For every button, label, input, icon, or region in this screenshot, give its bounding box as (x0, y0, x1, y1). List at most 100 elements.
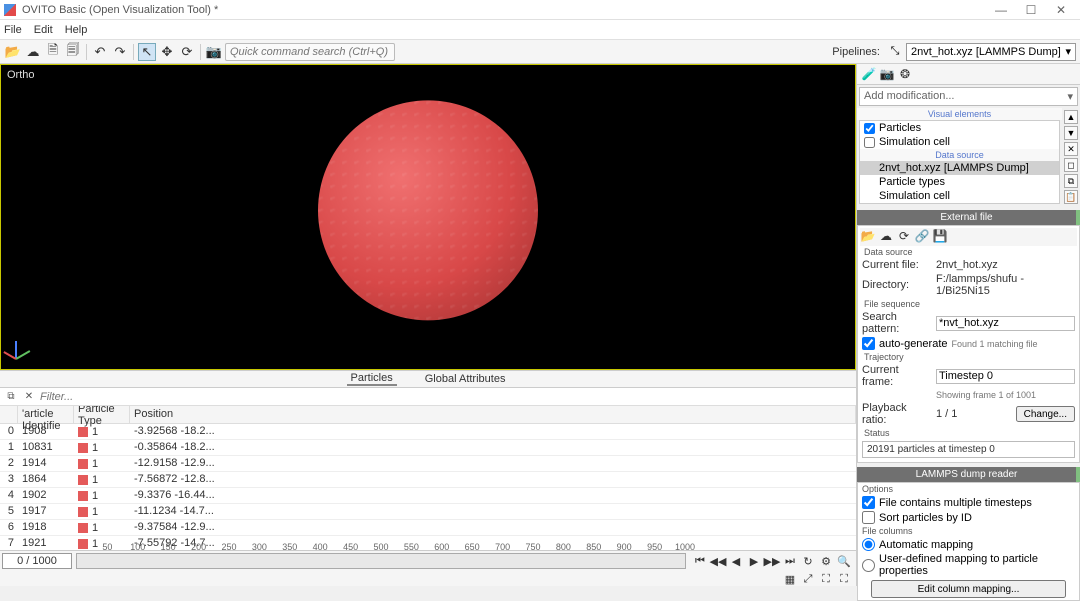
copy-icon[interactable]: 📋 (1064, 190, 1078, 204)
table-row[interactable]: 7 1921 1 -7.55792 -14.7... (0, 536, 856, 550)
zoom-time-icon[interactable]: 🔍 (836, 553, 852, 569)
found-files-text: Found 1 matching file (952, 339, 1076, 349)
menu-file[interactable]: File (4, 24, 22, 36)
settings-icon[interactable]: ⚙ (818, 553, 834, 569)
table-row[interactable]: 0 1908 1 -3.92568 -18.2... (0, 424, 856, 440)
toggle-icon[interactable]: ◻ (1064, 158, 1078, 172)
particle-table: 'article Identifie Particle Type Positio… (0, 406, 856, 550)
play-fwd-icon[interactable]: ▶ (746, 553, 762, 569)
timeline-tick: 600 (434, 542, 449, 552)
link-files-icon[interactable]: 🔗 (914, 228, 930, 244)
cell-id: 1908 (18, 424, 74, 439)
timeline-tick: 150 (161, 542, 176, 552)
checkbox[interactable] (864, 123, 875, 134)
timeline-tick: 850 (586, 542, 601, 552)
playback-ratio-label: Playback ratio: (862, 402, 932, 426)
viewport[interactable]: Ortho (0, 64, 856, 370)
auto-generate-checkbox[interactable] (862, 337, 875, 350)
timeline-tick: 500 (373, 542, 388, 552)
cell-position: -7.55792 -14.7... (130, 536, 856, 550)
automap-radio[interactable] (862, 538, 875, 551)
goto-first-icon[interactable]: ⏮ (692, 553, 708, 569)
col-position[interactable]: Position (130, 406, 856, 423)
menu-edit[interactable]: Edit (34, 24, 53, 36)
col-particle-id[interactable]: 'article Identifie (18, 406, 74, 423)
sortbyid-label: Sort particles by ID (879, 512, 972, 524)
render-icon[interactable]: 📷 (205, 43, 223, 61)
usermap-radio[interactable] (862, 559, 875, 572)
delete-mod-icon[interactable]: ✕ (1064, 142, 1078, 156)
modlist-particle-types[interactable]: Particle types (860, 175, 1059, 189)
timeline-tick: 350 (282, 542, 297, 552)
table-row[interactable]: 3 1864 1 -7.56872 -12.8... (0, 472, 856, 488)
refresh-icon[interactable]: ⟳ (178, 43, 196, 61)
multitimesteps-checkbox[interactable] (862, 496, 875, 509)
fullscreen-icon[interactable]: ⛶ (836, 571, 852, 587)
close-button[interactable]: ✕ (1046, 1, 1076, 19)
download-remote-icon[interactable]: ☁ (24, 43, 42, 61)
redo-icon[interactable]: ↷ (111, 43, 129, 61)
modlist-source-file[interactable]: 2nvt_hot.xyz [LAMMPS Dump] (860, 161, 1059, 175)
copy-icon[interactable]: ⧉ (4, 390, 18, 404)
table-row[interactable]: 5 1917 1 -11.1234 -14.7... (0, 504, 856, 520)
timeline-track[interactable]: 5010015020025030035040045050055060065070… (76, 553, 686, 569)
frame-counter[interactable]: 0 / 1000 (2, 553, 72, 569)
cell-position: -0.35864 -18.2... (130, 440, 856, 455)
modlist-cell[interactable]: Simulation cell (860, 135, 1059, 149)
pointer-tool-icon[interactable]: ↖ (138, 43, 156, 61)
table-row[interactable]: 6 1918 1 -9.37584 -12.9... (0, 520, 856, 536)
quick-command-input[interactable] (225, 43, 395, 61)
resize-icon[interactable]: ⤢ (800, 571, 816, 587)
play-back-icon[interactable]: ◀ (728, 553, 744, 569)
viewport-layout-icon[interactable]: ▦ (782, 571, 798, 587)
pipeline-tab-icon[interactable]: 🧪 (861, 66, 877, 82)
save-file-icon[interactable]: 💾 (932, 228, 948, 244)
clone-icon[interactable]: ⧉ (1064, 174, 1078, 188)
move-down-icon[interactable]: ▼ (1064, 126, 1078, 140)
tab-particles[interactable]: Particles (347, 372, 397, 386)
search-pattern-input[interactable]: *nvt_hot.xyz (936, 316, 1075, 331)
file-sequence-sublabel: File sequence (860, 298, 1077, 310)
current-frame-select[interactable]: Timestep 0 (936, 369, 1075, 384)
save-as-icon[interactable]: 🗐 (64, 43, 82, 61)
col-index[interactable] (0, 406, 18, 423)
minimize-button[interactable]: — (986, 1, 1016, 19)
checkbox[interactable] (864, 137, 875, 148)
pipeline-select[interactable]: 2nvt_hot.xyz [LAMMPS Dump] ▾ (906, 43, 1076, 61)
fit-icon[interactable]: ⛶ (818, 571, 834, 587)
col-particle-type[interactable]: Particle Type (74, 406, 130, 423)
table-row[interactable]: 4 1902 1 -9.3376 -16.44... (0, 488, 856, 504)
remote-file-icon[interactable]: ☁ (878, 228, 894, 244)
render-tab-icon[interactable]: 📷 (879, 66, 895, 82)
step-back-icon[interactable]: ◀◀ (710, 553, 726, 569)
undo-icon[interactable]: ↶ (91, 43, 109, 61)
tab-global-attrs[interactable]: Global Attributes (421, 373, 510, 385)
move-up-icon[interactable]: ▲ (1064, 110, 1078, 124)
menu-help[interactable]: Help (65, 24, 88, 36)
open-file-icon[interactable]: 📂 (4, 43, 22, 61)
particle-render (318, 100, 538, 320)
timeline: 0 / 1000 5010015020025030035040045050055… (0, 550, 856, 586)
clear-filter-icon[interactable]: ✕ (22, 390, 36, 404)
sortbyid-checkbox[interactable] (862, 511, 875, 524)
move-tool-icon[interactable]: ✥ (158, 43, 176, 61)
save-icon[interactable]: 🗎 (44, 43, 62, 61)
step-fwd-icon[interactable]: ▶▶ (764, 553, 780, 569)
open-file-icon[interactable]: 📂 (860, 228, 876, 244)
goto-last-icon[interactable]: ⏭ (782, 553, 798, 569)
type-color-icon (78, 475, 88, 485)
loop-icon[interactable]: ↻ (800, 553, 816, 569)
modlist-cell2[interactable]: Simulation cell (860, 189, 1059, 203)
edit-column-mapping-button[interactable]: Edit column mapping... (871, 580, 1066, 598)
current-file-label: Current file: (862, 259, 932, 271)
reload-file-icon[interactable]: ⟳ (896, 228, 912, 244)
maximize-button[interactable]: ☐ (1016, 1, 1046, 19)
filter-input[interactable] (40, 391, 240, 403)
table-row[interactable]: 1 10831 1 -0.35864 -18.2... (0, 440, 856, 456)
table-row[interactable]: 2 1914 1 -12.9158 -12.9... (0, 456, 856, 472)
overlay-tab-icon[interactable]: ❂ (897, 66, 913, 82)
change-button[interactable]: Change... (1016, 406, 1075, 422)
pipeline-prev-icon[interactable]: ⤡ (886, 43, 904, 61)
modlist-particles[interactable]: Particles (860, 121, 1059, 135)
add-modification-dropdown[interactable]: Add modification... ▾ (859, 87, 1078, 106)
